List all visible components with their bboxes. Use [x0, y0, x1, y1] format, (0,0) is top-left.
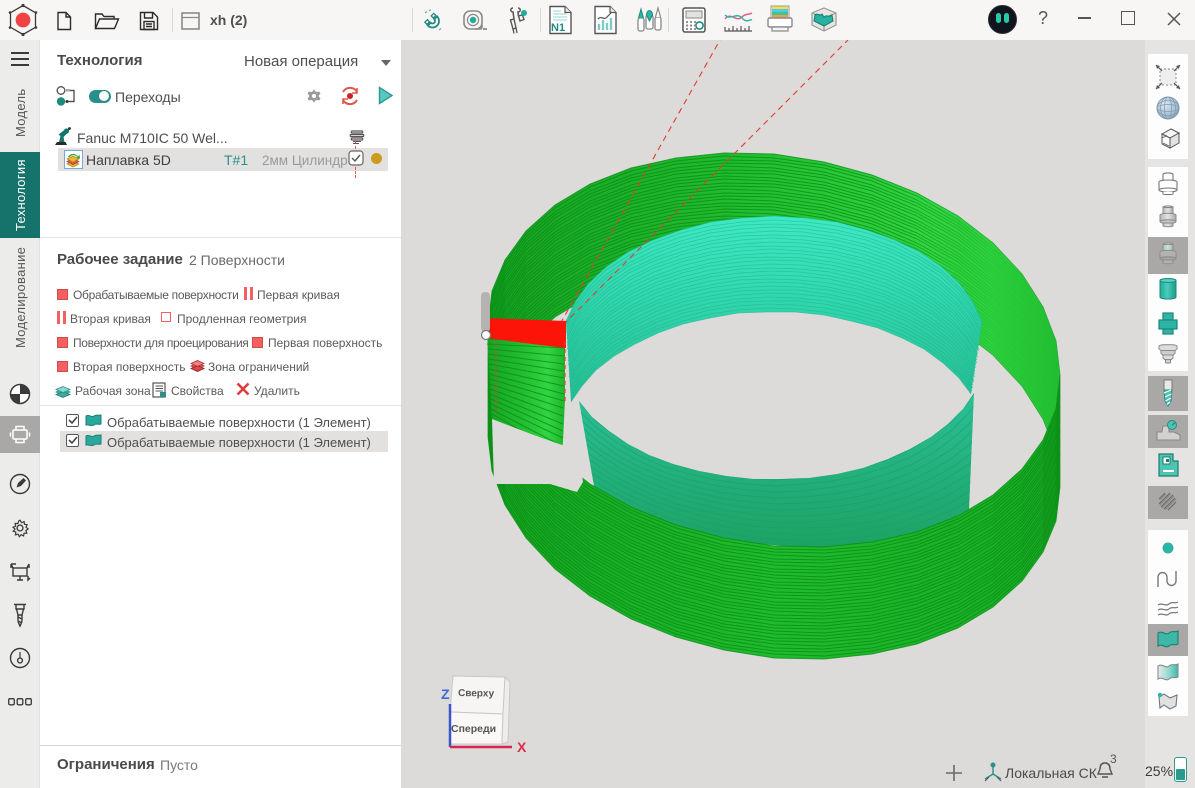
svg-text:Локальная СК: Локальная СК — [1005, 765, 1098, 781]
svg-text:Спереди: Спереди — [451, 723, 496, 735]
svg-text:Сверху: Сверху — [458, 688, 495, 700]
svg-text:Z: Z — [441, 686, 450, 702]
svg-text:3: 3 — [1110, 752, 1117, 766]
svg-text:X: X — [517, 739, 527, 755]
svg-text:N1: N1 — [551, 22, 565, 34]
